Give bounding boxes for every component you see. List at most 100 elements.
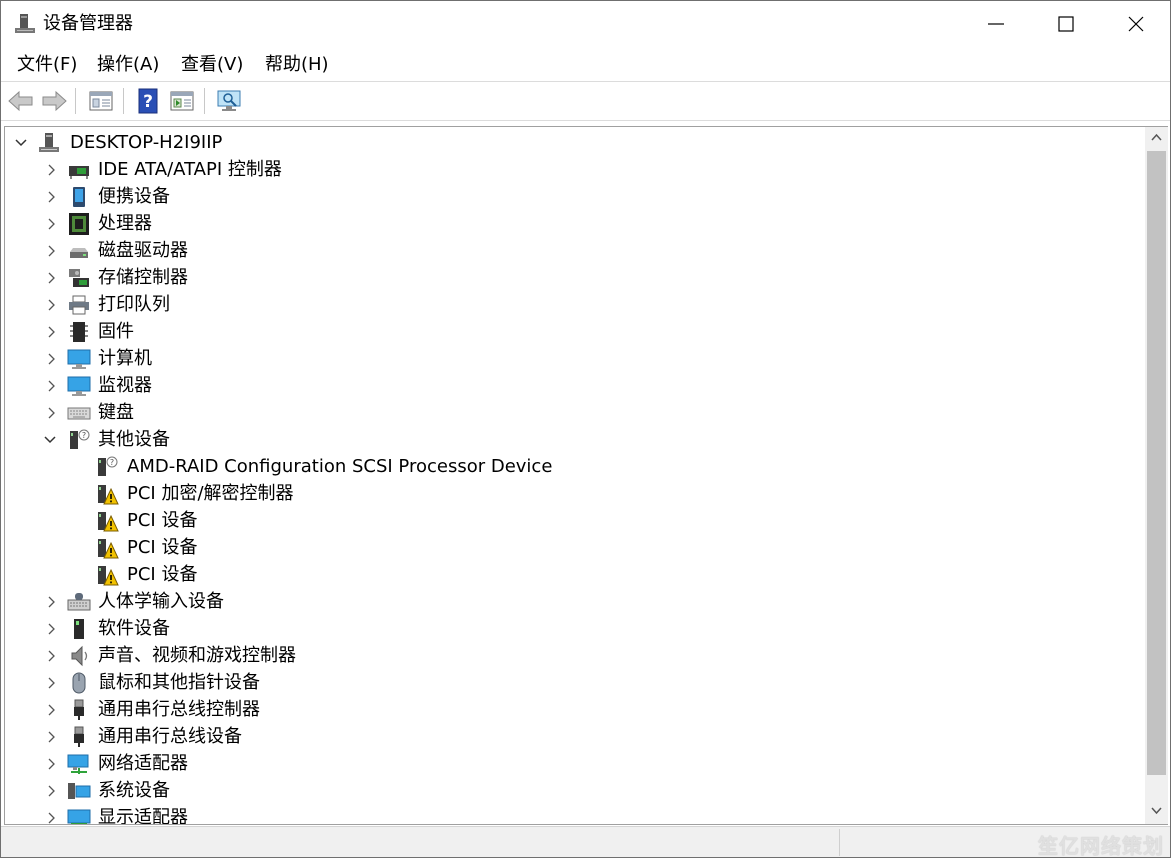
status-separator	[839, 829, 840, 856]
chevron-right-icon[interactable]	[43, 324, 59, 340]
tree-item-software-devices[interactable]: 软件设备	[5, 616, 1143, 643]
help-icon: ?	[138, 88, 158, 114]
firmware-icon	[70, 322, 88, 342]
tree-item-label: AMD-RAID Configuration SCSI Processor De…	[127, 456, 553, 477]
svg-text:?: ?	[110, 458, 114, 467]
tree-item-label: PCI 设备	[127, 537, 198, 558]
system-device-icon	[68, 783, 91, 799]
maximize-button[interactable]	[1031, 1, 1101, 47]
printer-icon	[69, 295, 89, 315]
tree-item-hid[interactable]: 人体学输入设备	[5, 589, 1143, 616]
properties-icon	[89, 91, 113, 111]
monitor-icon	[67, 376, 91, 396]
vertical-scrollbar[interactable]	[1145, 127, 1168, 824]
chevron-right-icon[interactable]	[43, 297, 59, 313]
menu-help[interactable]: 帮助(H)	[265, 53, 329, 77]
chevron-down-icon[interactable]	[42, 432, 58, 448]
tree-item-label: 键盘	[98, 402, 134, 423]
ide-controller-icon	[69, 166, 89, 179]
tree-item-label: 处理器	[98, 213, 152, 234]
chevron-right-icon[interactable]	[43, 243, 59, 259]
tree-item-network-adapters[interactable]: 网络适配器	[5, 751, 1143, 778]
chevron-down-icon[interactable]	[13, 135, 29, 151]
scrollbar-thumb[interactable]	[1147, 151, 1166, 775]
tree-item-label: 软件设备	[98, 618, 170, 639]
tree-item-storage-controllers[interactable]: 存储控制器	[5, 265, 1143, 292]
chevron-right-icon[interactable]	[43, 270, 59, 286]
tree-child-pci-device[interactable]: PCI 设备	[5, 535, 1143, 562]
scroll-up-arrow-icon[interactable]	[1145, 127, 1168, 149]
disk-drive-icon	[70, 248, 88, 258]
menu-file[interactable]: 文件(F)	[17, 53, 77, 77]
tree-item-sound[interactable]: 声音、视频和游戏控制器	[5, 643, 1143, 670]
chevron-right-icon[interactable]	[43, 378, 59, 394]
chevron-right-icon[interactable]	[43, 783, 59, 799]
warning-device-icon	[98, 566, 119, 586]
menu-action[interactable]: 操作(A)	[97, 53, 159, 77]
hid-icon	[67, 593, 91, 611]
close-button[interactable]	[1101, 1, 1170, 47]
scan-hardware-button[interactable]	[214, 87, 244, 115]
forward-button[interactable]	[39, 87, 69, 115]
back-button[interactable]	[6, 87, 36, 115]
tree-item-label: IDE ATA/ATAPI 控制器	[98, 159, 282, 180]
tree-item-label: 人体学输入设备	[98, 591, 224, 612]
chevron-right-icon[interactable]	[43, 756, 59, 772]
chevron-right-icon[interactable]	[43, 702, 59, 718]
tree-item-label: 通用串行总线控制器	[98, 699, 260, 720]
chevron-right-icon[interactable]	[43, 675, 59, 691]
chevron-right-icon[interactable]	[43, 351, 59, 367]
status-bar: 笙亿网络策划	[1, 826, 1170, 857]
chevron-right-icon[interactable]	[43, 594, 59, 610]
usb-icon	[74, 726, 84, 747]
storage-controller-icon	[69, 269, 89, 287]
tree-item-other-devices[interactable]: ? 其他设备	[5, 427, 1143, 454]
device-tree[interactable]: DESKTOP-H2I9IIP IDE ATA/ATAPI 控制器 便携设备 处…	[4, 126, 1168, 825]
minimize-icon	[988, 23, 1004, 25]
tree-item-label: 鼠标和其他指针设备	[98, 672, 260, 693]
tree-item-mice[interactable]: 鼠标和其他指针设备	[5, 670, 1143, 697]
tree-item-label: 计算机	[98, 348, 152, 369]
title-bar: 设备管理器	[1, 1, 1170, 47]
tree-item-system-devices[interactable]: 系统设备	[5, 778, 1143, 805]
svg-text:?: ?	[143, 92, 153, 112]
tree-item-print-queues[interactable]: 打印队列	[5, 292, 1143, 319]
chevron-right-icon[interactable]	[43, 621, 59, 637]
tree-item-monitors[interactable]: 监视器	[5, 373, 1143, 400]
chevron-right-icon[interactable]	[43, 162, 59, 178]
menu-view[interactable]: 查看(V)	[181, 53, 243, 77]
tree-item-label: PCI 设备	[127, 564, 198, 585]
tree-child-amd-raid[interactable]: ? AMD-RAID Configuration SCSI Processor …	[5, 454, 1143, 481]
chevron-right-icon[interactable]	[43, 648, 59, 664]
chevron-right-icon[interactable]	[43, 810, 59, 825]
toolbar: ?	[1, 81, 1170, 121]
tree-item-usb-devices[interactable]: 通用串行总线设备	[5, 724, 1143, 751]
tree-item-ide-ata[interactable]: IDE ATA/ATAPI 控制器	[5, 157, 1143, 184]
scan-hardware-icon	[217, 90, 241, 111]
tree-item-firmware[interactable]: 固件	[5, 319, 1143, 346]
help-button[interactable]: ?	[133, 87, 163, 115]
tree-child-pci-device[interactable]: PCI 设备	[5, 508, 1143, 535]
properties-button[interactable]	[86, 87, 116, 115]
scroll-down-arrow-icon[interactable]	[1145, 799, 1168, 821]
chevron-right-icon[interactable]	[43, 729, 59, 745]
tree-item-portable-devices[interactable]: 便携设备	[5, 184, 1143, 211]
tree-item-label: 声音、视频和游戏控制器	[98, 645, 296, 666]
minimize-button[interactable]	[961, 1, 1031, 47]
tree-item-computer[interactable]: 计算机	[5, 346, 1143, 373]
tree-item-keyboards[interactable]: 键盘	[5, 400, 1143, 427]
tree-child-pci-device[interactable]: PCI 设备	[5, 562, 1143, 589]
tree-item-label: 打印队列	[98, 294, 170, 315]
tree-item-display-adapters[interactable]: 显示适配器	[5, 805, 1143, 825]
chevron-right-icon[interactable]	[43, 189, 59, 205]
tree-item-processors[interactable]: 处理器	[5, 211, 1143, 238]
update-driver-button[interactable]	[167, 87, 197, 115]
tree-item-disk-drives[interactable]: 磁盘驱动器	[5, 238, 1143, 265]
tree-child-pci-encryption[interactable]: PCI 加密/解密控制器	[5, 481, 1143, 508]
tree-item-usb-controllers[interactable]: 通用串行总线控制器	[5, 697, 1143, 724]
chevron-right-icon[interactable]	[43, 405, 59, 421]
tree-item-label: 网络适配器	[98, 753, 188, 774]
chevron-right-icon[interactable]	[43, 216, 59, 232]
display-adapter-icon	[67, 809, 91, 824]
tree-root[interactable]: DESKTOP-H2I9IIP	[5, 130, 1143, 157]
